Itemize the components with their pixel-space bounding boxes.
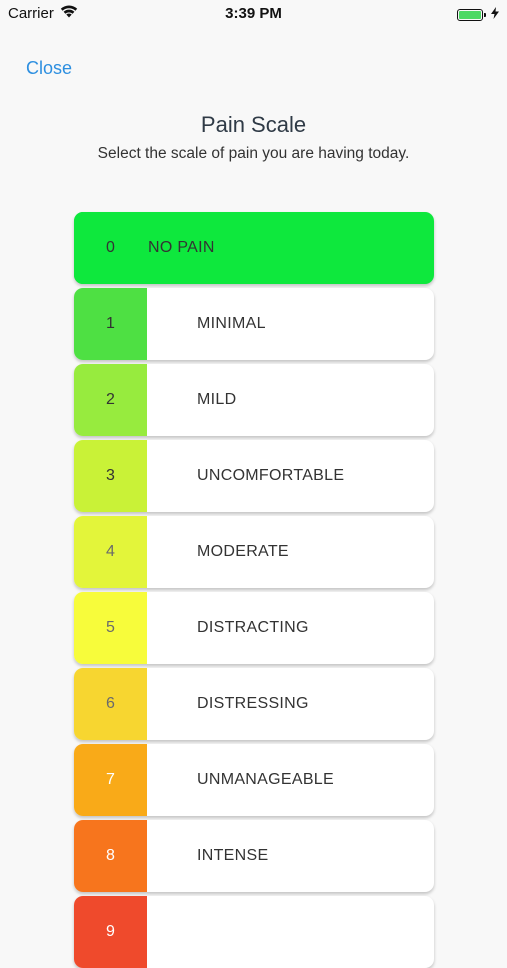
page-title: Pain Scale — [200, 112, 307, 137]
battery-level — [459, 10, 481, 19]
pain-scale-row-4[interactable]: 4 MODERATE — [74, 516, 434, 588]
pain-scale-number: 7 — [74, 744, 147, 816]
pain-scale-number: 9 — [74, 896, 147, 968]
pain-scale-row-9[interactable]: 9 — [74, 896, 434, 968]
pain-scale-row-5[interactable]: 5 DISTRACTING — [74, 592, 434, 664]
pain-scale-row-6[interactable]: 6 DISTRESSING — [74, 668, 434, 740]
pain-scale-label: MILD — [197, 391, 237, 408]
pain-scale-number: 8 — [74, 820, 147, 892]
pain-scale-label: INTENSE — [197, 847, 269, 864]
pain-scale-label: UNCOMFORTABLE — [197, 467, 345, 484]
pain-scale-number: 4 — [74, 516, 147, 588]
status-bar: Carrier 3:39 PM — [0, 0, 507, 28]
pain-scale-row-8[interactable]: 8 INTENSE — [74, 820, 434, 892]
pain-scale-number: 2 — [74, 364, 147, 436]
pain-scale-label: DISTRACTING — [197, 619, 309, 636]
pain-scale-number: 5 — [74, 592, 147, 664]
pain-scale-number: 0 — [74, 212, 147, 284]
status-time: 3:39 PM — [225, 5, 282, 22]
page-subtitle: Select the scale of pain you are having … — [97, 145, 410, 162]
status-right — [457, 6, 499, 23]
pain-scale-number: 6 — [74, 668, 147, 740]
pain-scale-label: MINIMAL — [197, 315, 266, 332]
pain-scale-row-3[interactable]: 3 UNCOMFORTABLE — [74, 440, 434, 512]
close-button[interactable]: Close — [26, 58, 72, 79]
pain-scale-label: DISTRESSING — [197, 695, 309, 712]
pain-scale-number: 1 — [74, 288, 147, 360]
bolt-icon — [491, 6, 499, 23]
pain-scale-label: MODERATE — [197, 543, 289, 560]
pain-scale-number: 3 — [74, 440, 147, 512]
pain-scale-row-0[interactable]: 0 NO PAIN — [74, 212, 434, 284]
pain-scale-label: UNMANAGEABLE — [197, 771, 334, 788]
pain-scale-row-2[interactable]: 2 MILD — [74, 364, 434, 436]
pain-scale-row-1[interactable]: 1 MINIMAL — [74, 288, 434, 360]
pain-scale-label: NO PAIN — [148, 239, 215, 256]
battery-icon — [457, 8, 486, 21]
pain-scale-row-7[interactable]: 7 UNMANAGEABLE — [74, 744, 434, 816]
